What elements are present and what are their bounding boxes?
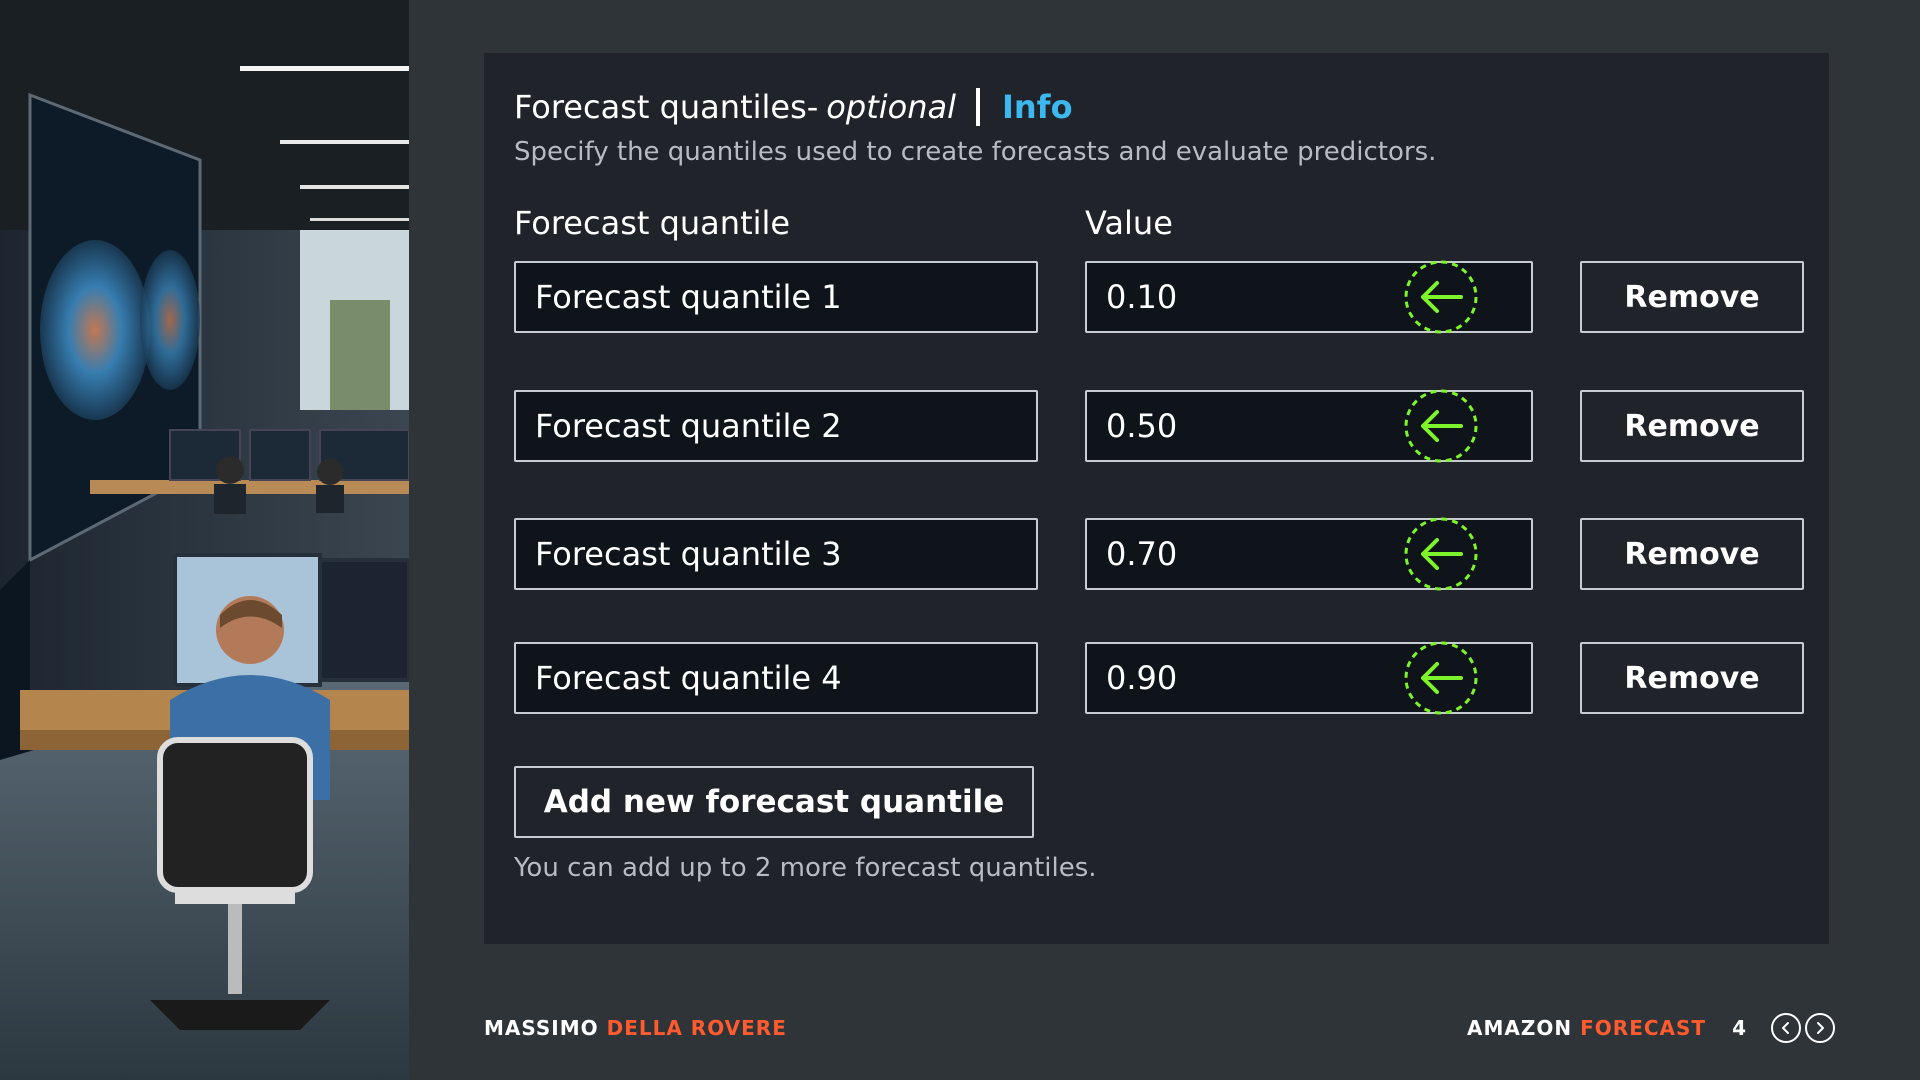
quantile-name-field[interactable]: Forecast quantile 1 <box>514 261 1038 333</box>
remove-button[interactable]: Remove <box>1580 390 1804 462</box>
quantile-value-field[interactable]: 0.70 <box>1085 517 1533 591</box>
remove-button[interactable]: Remove <box>1580 261 1804 333</box>
slide-footer-nav: AMAZON FORECAST 4 <box>1467 1008 1835 1048</box>
product-name-first: AMAZON <box>1467 1016 1573 1040</box>
quantile-value-field[interactable]: 0.90 <box>1085 641 1533 715</box>
add-quantile-button[interactable]: Add new forecast quantile <box>514 766 1034 838</box>
quantile-value-field[interactable]: 0.10 <box>1085 260 1533 334</box>
value-column-header: Value <box>1085 204 1173 242</box>
quantile-value-text: 0.90 <box>1106 659 1178 697</box>
quantile-value-text: 0.50 <box>1106 407 1178 445</box>
title-separator <box>975 88 980 126</box>
quantile-row: Forecast quantile 4 0.90 Remove <box>514 641 1804 718</box>
quantile-row: Forecast quantile 1 0.10 Remove <box>514 260 1804 337</box>
info-link[interactable]: Info <box>1002 88 1073 126</box>
remove-button[interactable]: Remove <box>1580 642 1804 714</box>
left-arrow-dashed-circle-icon <box>1404 517 1478 591</box>
remove-button[interactable]: Remove <box>1580 518 1804 590</box>
product-name-last: FORECAST <box>1580 1016 1707 1040</box>
quantile-column-header: Forecast quantile <box>514 204 791 242</box>
page-number: 4 <box>1732 1016 1747 1040</box>
quantile-row: Forecast quantile 3 0.70 Remove <box>514 517 1804 594</box>
quantile-value-text: 0.70 <box>1106 535 1178 573</box>
author-credit: MASSIMO DELLA ROVERE <box>484 1016 787 1040</box>
office-illustration <box>0 0 409 1080</box>
chevron-right-circle-icon[interactable] <box>1805 1013 1835 1043</box>
left-arrow-dashed-circle-icon <box>1404 389 1478 463</box>
quantile-name-field[interactable]: Forecast quantile 3 <box>514 518 1038 590</box>
section-title: Forecast quantiles- <box>514 88 819 126</box>
quantile-value-text: 0.10 <box>1106 278 1178 316</box>
chevron-left-circle-icon[interactable] <box>1771 1013 1801 1043</box>
optional-label: optional <box>826 88 956 126</box>
forecast-quantiles-panel: Forecast quantiles- optional Info Specif… <box>484 53 1829 944</box>
author-last-name: DELLA ROVERE <box>606 1016 787 1040</box>
section-description: Specify the quantiles used to create for… <box>514 137 1437 167</box>
quantile-name-field[interactable]: Forecast quantile 4 <box>514 642 1038 714</box>
quantile-name-field[interactable]: Forecast quantile 2 <box>514 390 1038 462</box>
quantile-value-field[interactable]: 0.50 <box>1085 389 1533 463</box>
left-arrow-dashed-circle-icon <box>1404 260 1478 334</box>
quantile-limit-hint: You can add up to 2 more forecast quanti… <box>514 853 1097 883</box>
author-first-name: MASSIMO <box>484 1016 599 1040</box>
quantile-row: Forecast quantile 2 0.50 Remove <box>514 389 1804 466</box>
left-arrow-dashed-circle-icon <box>1404 641 1478 715</box>
section-header: Forecast quantiles- optional Info <box>514 83 1073 131</box>
